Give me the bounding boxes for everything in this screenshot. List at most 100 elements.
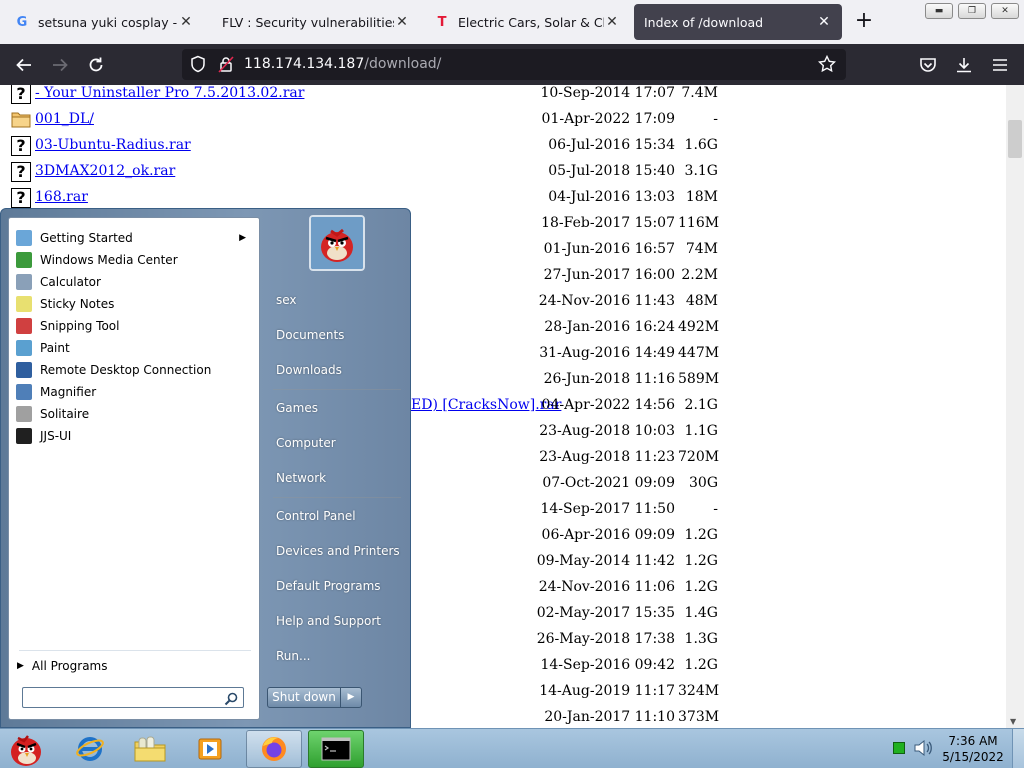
close-icon[interactable]: ✕ — [178, 14, 194, 30]
show-desktop-button[interactable] — [1012, 729, 1024, 768]
file-size: 720M — [678, 449, 720, 465]
shield-icon[interactable] — [190, 55, 206, 77]
scroll-down-arrow-icon[interactable]: ▼ — [1010, 717, 1016, 726]
user-folder-link[interactable]: sex — [269, 285, 403, 315]
unknown-file-icon[interactable]: ? — [11, 162, 31, 182]
angry-bird-start-icon — [11, 735, 41, 766]
user-name: sex — [276, 293, 297, 307]
windows-explorer-taskbar-button[interactable] — [122, 730, 178, 768]
command-prompt-taskbar-button[interactable] — [308, 730, 364, 768]
back-arrow-icon[interactable] — [12, 53, 36, 77]
listing-row: ? - Your Uninstaller Pro 7.5.2013.02.rar 1… — [0, 85, 1006, 110]
file-size: 1.2G — [684, 657, 718, 673]
menu-hamburger-icon[interactable] — [988, 53, 1012, 77]
devices-and-printers-link[interactable]: Devices and Printers — [269, 536, 403, 566]
start-button[interactable] — [2, 730, 48, 768]
start-menu-program-item[interactable]: JJS-UI — [12, 425, 256, 447]
start-menu-programs-pane: Getting Started ▶ Windows Media Center Calc… — [8, 217, 260, 720]
file-date: 24-Nov-2016 11:43 — [538, 293, 675, 309]
start-menu-program-item[interactable]: Paint — [12, 337, 256, 359]
start-menu-program-item[interactable]: Remote Desktop Connection — [12, 359, 256, 381]
computer-link[interactable]: Computer — [269, 428, 403, 458]
program-label: JJS-UI — [40, 429, 72, 443]
folder-icon[interactable] — [11, 110, 31, 130]
page-scrollbar[interactable]: ▼ — [1006, 85, 1024, 728]
shut-down-button[interactable]: Shut down — [267, 687, 341, 708]
minimize-button[interactable]: ▬ — [925, 3, 953, 19]
file-link[interactable]: 001_DL/ — [35, 111, 94, 127]
file-link[interactable]: 168.rar — [35, 189, 88, 205]
volume-icon[interactable] — [913, 739, 933, 760]
tab-tesla[interactable]: T Electric Cars, Solar & Clean E ✕ — [424, 4, 630, 40]
file-link[interactable]: 3DMAX2012_ok.rar — [35, 163, 175, 179]
shut-down-options-button[interactable]: ▶ — [340, 687, 362, 708]
start-menu-program-item[interactable]: Snipping Tool — [12, 315, 256, 337]
command-prompt-icon — [321, 737, 351, 761]
magnifier-icon — [16, 384, 32, 400]
internet-explorer-taskbar-button[interactable] — [62, 730, 118, 768]
insecure-lock-icon[interactable] — [218, 56, 234, 77]
file-link[interactable]: - Your Uninstaller Pro 7.5.2013.02.rar — [35, 85, 304, 101]
close-window-button[interactable]: ✕ — [991, 3, 1019, 19]
tab-google-search[interactable]: G setsuna yuki cosplay - Googl ✕ — [4, 4, 204, 40]
downloads-link[interactable]: Downloads — [269, 355, 403, 385]
solitaire-icon — [16, 406, 32, 422]
close-icon[interactable]: ✕ — [816, 14, 832, 30]
firefox-icon — [262, 737, 286, 761]
start-menu-program-item[interactable]: Calculator — [12, 271, 256, 293]
pocket-icon[interactable] — [916, 53, 940, 77]
start-search-input[interactable] — [22, 687, 244, 708]
restore-button[interactable]: ❐ — [958, 3, 986, 19]
program-label: Paint — [40, 341, 70, 355]
start-menu-program-item[interactable]: Solitaire — [12, 403, 256, 425]
file-date: 26-Jun-2018 11:16 — [543, 371, 675, 387]
all-programs-button[interactable]: ▶ All Programs — [17, 659, 108, 673]
help-and-support-label: Help and Support — [276, 614, 381, 628]
start-menu-program-item[interactable]: Windows Media Center — [12, 249, 256, 271]
file-size: 492M — [678, 319, 720, 335]
help-and-support-link[interactable]: Help and Support — [269, 606, 403, 636]
getting-started-icon — [16, 230, 32, 246]
documents-link[interactable]: Documents — [269, 320, 403, 350]
system-clock[interactable]: 7:36 AM 5/15/2022 — [940, 733, 1006, 765]
control-panel-link[interactable]: Control Panel — [269, 501, 403, 531]
network-status-icon[interactable] — [893, 742, 905, 754]
start-menu-program-item[interactable]: Getting Started ▶ — [12, 227, 256, 249]
address-bar[interactable]: 118.174.134.187/download/ — [182, 49, 846, 80]
run-link[interactable]: Run... — [269, 641, 403, 671]
default-programs-link[interactable]: Default Programs — [269, 571, 403, 601]
media-center-icon — [16, 252, 32, 268]
tab-flv-security[interactable]: FLV : Security vulnerabilities ✕ — [212, 4, 420, 40]
network-link[interactable]: Network — [269, 463, 403, 493]
downloads-icon[interactable] — [952, 53, 976, 77]
program-label: Remote Desktop Connection — [40, 363, 212, 377]
program-label: Snipping Tool — [40, 319, 120, 333]
start-menu-program-item[interactable]: Magnifier — [12, 381, 256, 403]
user-account-picture[interactable] — [309, 215, 365, 271]
close-icon[interactable]: ✕ — [394, 14, 410, 30]
forward-arrow-icon[interactable] — [48, 53, 72, 77]
listing-row: 001_DL/01-Apr-2022 17:09 - — [0, 110, 1006, 136]
scrollbar-thumb[interactable] — [1008, 120, 1022, 158]
divider — [19, 650, 251, 651]
tab-title: FLV : Security vulnerabilities — [222, 14, 394, 30]
firefox-taskbar-button[interactable] — [246, 730, 302, 768]
tab-index-download[interactable]: Index of /download ✕ — [634, 4, 842, 40]
file-size: 74M — [685, 241, 718, 257]
file-date: 01-Apr-2022 17:09 — [541, 111, 675, 127]
media-player-taskbar-button[interactable] — [182, 730, 238, 768]
start-menu-program-item[interactable]: Sticky Notes — [12, 293, 256, 315]
reload-icon[interactable] — [84, 53, 108, 77]
unknown-file-icon[interactable]: ? — [11, 85, 31, 104]
unknown-file-icon[interactable]: ? — [11, 136, 31, 156]
bookmark-star-icon[interactable] — [817, 54, 837, 77]
url-host: 118.174.134.187 — [244, 56, 365, 72]
file-link[interactable]: 03-Ubuntu-Radius.rar — [35, 137, 191, 153]
file-size: 48M — [685, 293, 718, 309]
games-link[interactable]: Games — [269, 393, 403, 423]
close-icon[interactable]: ✕ — [604, 14, 620, 30]
unknown-file-icon[interactable]: ? — [11, 188, 31, 208]
tab-title: Index of /download — [644, 14, 764, 30]
new-tab-button[interactable]: + — [852, 10, 876, 34]
search-icon[interactable] — [224, 691, 238, 706]
